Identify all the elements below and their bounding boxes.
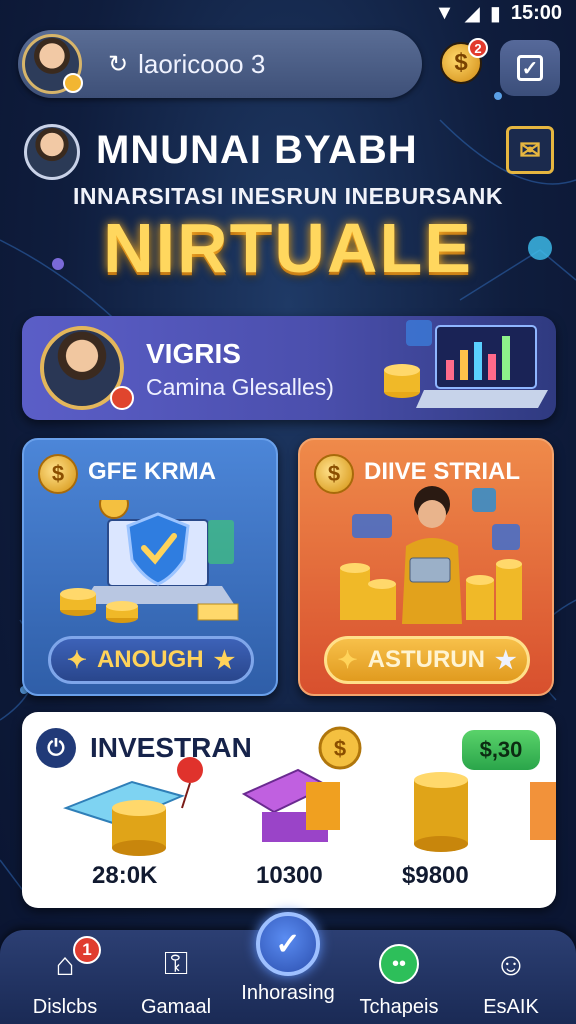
nav-item-tchapeis[interactable]: •• Tchapeis [344, 930, 454, 1024]
stat-value: 10300 [256, 862, 323, 889]
hero-subtitle: INNARSITASI INESRUN INEBURSANK [73, 183, 503, 209]
svg-text:$: $ [334, 736, 346, 761]
mail-button[interactable]: ✉ [506, 126, 554, 174]
bottom-nav: ⌂ 1 Dislcbs ⚿ Gamaal ✓ Inhorasing •• Tch… [0, 912, 576, 1024]
mail-icon: ✉ [519, 134, 541, 165]
status-time: 15:00 [510, 1, 562, 24]
investment-illustrations: $ [63, 726, 556, 856]
user-icon: ☺ [494, 945, 528, 982]
search-input[interactable]: laoricooo 3 [138, 49, 265, 80]
stat-value: 28:0K [92, 862, 158, 889]
trend-chart-icon: ✓ [256, 912, 320, 976]
advisor-coins-illustration [340, 486, 522, 624]
profile-avatar[interactable] [24, 124, 80, 180]
card-title: DIIVE STRIAL [364, 458, 521, 485]
feature-card-protection[interactable]: $ GFE KRMA ✦ ANOUGH ★ [22, 438, 278, 696]
chat-icon: •• [377, 942, 421, 986]
alert-badge [110, 386, 134, 410]
coins-button[interactable]: $ 2 [440, 38, 488, 84]
status-bar: ▼ ◢ ▮ 15:00 [0, 0, 576, 26]
nav-label: EsAIK [483, 996, 539, 1018]
wifi-icon: ▼ [434, 1, 455, 24]
notification-badge: 1 [73, 936, 101, 964]
button-label: ASTURUN [367, 646, 485, 673]
sparkle-icon: ✦ [337, 646, 358, 674]
nav-item-gamaal[interactable]: ⚿ Gamaal [121, 930, 231, 1024]
card-title: GFE KRMA [88, 458, 216, 485]
checkbox-icon: ✓ [517, 55, 543, 81]
investment-panel[interactable]: ⏻ INVESTRAN $,30 $ 28:0K 10300 $9800 [22, 712, 556, 908]
feature-card-strial[interactable]: $ DIIVE STRIAL ✦ ASTURUN ★ [298, 438, 554, 696]
asturun-button[interactable]: ✦ ASTURUN ★ [324, 636, 530, 684]
signal-icon: ◢ [464, 2, 480, 25]
nav-label: Dislcbs [32, 996, 98, 1018]
nav-item-discs[interactable]: ⌂ 1 Dislcbs [10, 930, 120, 1024]
dollar-coin-icon: $ [454, 49, 468, 76]
nav-label: Gamaal [140, 996, 212, 1018]
vigris-card[interactable]: VIGRIS Camina Glesalles) [22, 316, 556, 420]
vigris-subtitle: Camina Glesalles) [146, 374, 334, 400]
search-icon: ↻ [108, 50, 129, 78]
dollar-coin-icon: $ [38, 454, 78, 494]
shield-laptop-illustration [60, 500, 239, 623]
avatar[interactable] [22, 34, 83, 94]
page-title: MNUNAI BYABH [96, 128, 418, 172]
search-bar[interactable]: ↻ laoricooo 3 [18, 30, 422, 98]
nav-label: Tchapeis [359, 996, 439, 1018]
nav-item-esaik[interactable]: ☺ EsAIK [456, 930, 566, 1024]
button-label: ANOUGH [96, 646, 204, 673]
tasks-button[interactable]: ✓ [500, 40, 560, 96]
nav-item-inhorasing[interactable]: ✓ Inhorasing [233, 912, 343, 1024]
hero-headline: NIRTUALE [103, 209, 473, 287]
key-icon: ⚿ [163, 945, 189, 981]
battery-icon: ▮ [489, 2, 501, 25]
avatar-badge [63, 73, 83, 93]
nav-label: Inhorasing [241, 982, 335, 1004]
vigris-title: VIGRIS [146, 338, 241, 369]
notification-badge: 2 [468, 38, 488, 58]
home-icon: ⌂ 1 [43, 936, 101, 986]
laptop-chart-illustration [384, 320, 548, 408]
star-icon: ★ [213, 646, 236, 674]
sparkle-icon: ✦ [66, 646, 87, 674]
stat-value: $9800 [402, 862, 469, 889]
anough-button[interactable]: ✦ ANOUGH ★ [48, 636, 254, 684]
star-icon: ★ [494, 646, 517, 674]
